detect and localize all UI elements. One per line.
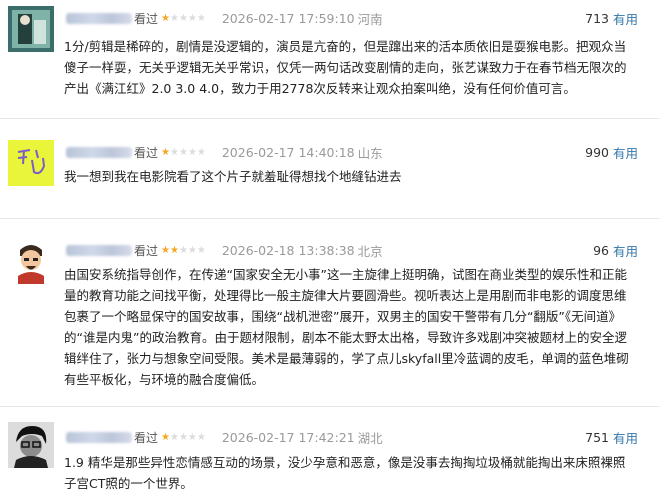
review-meta: 看过 ★★★★★ 2026-02-17 17:59:10 河南 <box>66 9 383 27</box>
rating-stars: ★★★★★ <box>161 244 206 256</box>
status-label: 看过 <box>134 243 159 258</box>
review-text: 由国安系统指导创作，在传递“国家安全无小事”这一主旋律上挺明确，试图在商业类型的… <box>64 267 629 387</box>
location: 湖北 <box>357 430 383 446</box>
avatar[interactable] <box>8 238 54 284</box>
useful-button[interactable]: 有用 <box>613 428 638 447</box>
rating-stars: ★★★★★ <box>161 431 206 443</box>
review-item: 看过 ★★★★★ 2026-02-17 14:40:18 山东 990 有用 我… <box>0 130 660 200</box>
avatar[interactable] <box>8 6 54 52</box>
location: 河南 <box>357 11 383 27</box>
review-item: 看过 ★★★★★ 2026-02-17 17:59:10 河南 713 有用 1… <box>0 0 660 112</box>
username[interactable] <box>66 12 132 24</box>
useful-button[interactable]: 有用 <box>613 9 638 28</box>
useful-button[interactable]: 有用 <box>613 143 638 162</box>
review-item: 看过 ★★★★★ 2026-02-18 13:38:38 北京 96 有用 由国… <box>0 230 660 400</box>
review-meta: 看过 ★★★★★ 2026-02-18 13:38:38 北京 <box>66 241 383 259</box>
review-item: 看过 ★★★★★ 2026-02-17 17:42:21 湖北 751 有用 1… <box>0 418 660 495</box>
review-meta: 看过 ★★★★★ 2026-02-17 14:40:18 山东 <box>66 143 383 161</box>
useful-count: 990 <box>585 145 609 160</box>
status-label: 看过 <box>134 145 159 160</box>
divider <box>0 406 660 407</box>
useful-count: 751 <box>585 430 609 445</box>
divider <box>0 218 660 219</box>
useful-count: 713 <box>585 11 609 26</box>
status-label: 看过 <box>134 430 159 445</box>
location: 山东 <box>357 145 383 161</box>
location: 北京 <box>357 243 383 259</box>
timestamp: 2026-02-18 13:38:38 <box>221 242 355 258</box>
review-meta: 看过 ★★★★★ 2026-02-17 17:42:21 湖北 <box>66 428 383 446</box>
timestamp: 2026-02-17 17:42:21 <box>221 429 355 445</box>
useful-count: 96 <box>593 243 609 258</box>
review-text: 1.9 精华是那些异性恋情感互动的场景，没少孕意和恶意，像是没事去掏掏垃圾桶就能… <box>64 455 626 491</box>
avatar[interactable] <box>8 422 54 468</box>
username[interactable] <box>66 244 132 256</box>
useful-button[interactable]: 有用 <box>613 241 638 260</box>
useful-vote: 751 有用 <box>585 428 638 447</box>
timestamp: 2026-02-17 14:40:18 <box>221 144 355 160</box>
username[interactable] <box>66 431 132 443</box>
username[interactable] <box>66 146 132 158</box>
review-text: 我一想到我在电影院看了这个片子就羞耻得想找个地缝钻进去 <box>64 169 402 184</box>
avatar[interactable] <box>8 140 54 186</box>
rating-stars: ★★★★★ <box>161 12 206 24</box>
timestamp: 2026-02-17 17:59:10 <box>221 10 355 26</box>
review-text: 1分/剪辑是稀碎的，剧情是没逻辑的，演员是亢奋的，但是蹿出来的活本质依旧是耍猴电… <box>64 39 627 96</box>
useful-vote: 96 有用 <box>593 241 638 260</box>
divider <box>0 118 660 119</box>
status-label: 看过 <box>134 11 159 26</box>
useful-vote: 713 有用 <box>585 9 638 28</box>
useful-vote: 990 有用 <box>585 143 638 162</box>
rating-stars: ★★★★★ <box>161 146 206 158</box>
